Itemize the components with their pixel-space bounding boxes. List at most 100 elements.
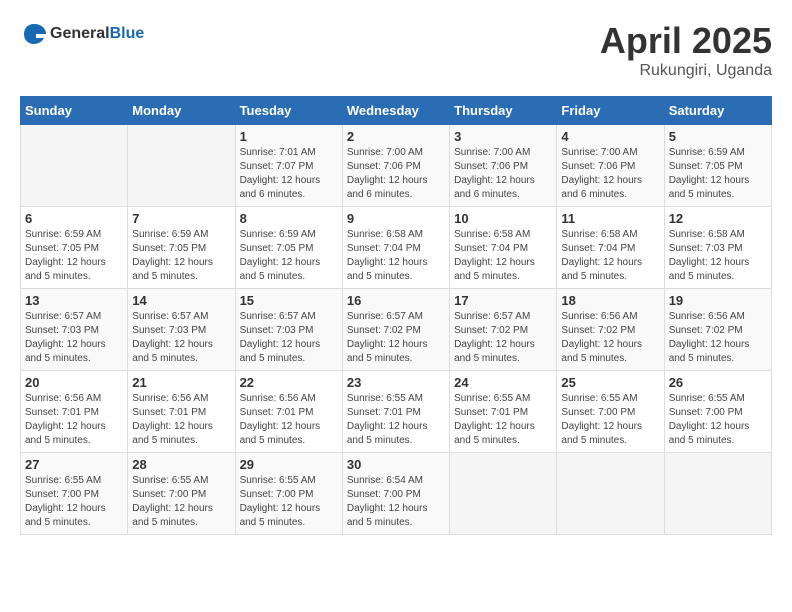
table-row: 23 Sunrise: 6:55 AMSunset: 7:01 PMDayligh… xyxy=(342,371,449,453)
page-header: GeneralBlue April 2025 Rukungiri, Uganda xyxy=(20,20,772,80)
table-row: 12 Sunrise: 6:58 AMSunset: 7:03 PMDayligh… xyxy=(664,207,771,289)
col-wednesday: Wednesday xyxy=(342,97,449,125)
day-info: Sunrise: 6:57 AMSunset: 7:03 PMDaylight:… xyxy=(25,310,123,366)
day-number: 24 xyxy=(454,375,552,390)
day-info: Sunrise: 6:54 AMSunset: 7:00 PMDaylight:… xyxy=(347,474,445,530)
calendar-week-row: 27 Sunrise: 6:55 AMSunset: 7:00 PMDayligh… xyxy=(21,453,772,535)
table-row: 29Sunrise: 6:55 AMSunset: 7:00 PMDayligh… xyxy=(235,453,342,535)
logo-blue-text: Blue xyxy=(110,25,145,42)
day-number: 20 xyxy=(25,375,123,390)
day-info: Sunrise: 6:57 AMSunset: 7:02 PMDaylight:… xyxy=(347,310,445,366)
day-info: Sunrise: 6:57 AMSunset: 7:03 PMDaylight:… xyxy=(132,310,230,366)
logo: GeneralBlue xyxy=(20,20,144,48)
logo-icon xyxy=(20,20,48,48)
day-number: 19 xyxy=(669,293,767,308)
table-row: 11 Sunrise: 6:58 AMSunset: 7:04 PMDayligh… xyxy=(557,207,664,289)
day-number: 12 xyxy=(669,211,767,226)
day-number: 8 xyxy=(240,211,338,226)
day-info: Sunrise: 6:55 AMSunset: 7:01 PMDaylight:… xyxy=(454,392,552,448)
table-row xyxy=(21,125,128,207)
day-info: Sunrise: 6:56 AMSunset: 7:02 PMDaylight:… xyxy=(561,310,659,366)
day-info: Sunrise: 6:56 AMSunset: 7:01 PMDaylight:… xyxy=(25,392,123,448)
day-number: 9 xyxy=(347,211,445,226)
day-number: 27 xyxy=(25,457,123,472)
table-row: 21 Sunrise: 6:56 AMSunset: 7:01 PMDayligh… xyxy=(128,371,235,453)
table-row: 4 Sunrise: 7:00 AMSunset: 7:06 PMDaylight… xyxy=(557,125,664,207)
day-info: Sunrise: 6:58 AMSunset: 7:03 PMDaylight:… xyxy=(669,228,767,284)
table-row xyxy=(128,125,235,207)
table-row xyxy=(557,453,664,535)
day-info: Sunrise: 6:55 AMSunset: 7:00 PMDaylight:… xyxy=(669,392,767,448)
day-info: Sunrise: 6:55 AMSunset: 7:00 PMDaylight:… xyxy=(132,474,230,530)
day-info: Sunrise: 6:57 AMSunset: 7:03 PMDaylight:… xyxy=(240,310,338,366)
table-row: 6 Sunrise: 6:59 AMSunset: 7:05 PMDaylight… xyxy=(21,207,128,289)
day-info: Sunrise: 6:59 AMSunset: 7:05 PMDaylight:… xyxy=(240,228,338,284)
table-row: 17 Sunrise: 6:57 AMSunset: 7:02 PMDayligh… xyxy=(450,289,557,371)
table-row: 3 Sunrise: 7:00 AMSunset: 7:06 PMDaylight… xyxy=(450,125,557,207)
day-number: 17 xyxy=(454,293,552,308)
day-info: Sunrise: 6:58 AMSunset: 7:04 PMDaylight:… xyxy=(454,228,552,284)
table-row: 16Sunrise: 6:57 AMSunset: 7:02 PMDayligh… xyxy=(342,289,449,371)
day-number: 3 xyxy=(454,129,552,144)
table-row xyxy=(450,453,557,535)
col-sunday: Sunday xyxy=(21,97,128,125)
table-row: 2 Sunrise: 7:00 AMSunset: 7:06 PMDaylight… xyxy=(342,125,449,207)
calendar-week-row: 6 Sunrise: 6:59 AMSunset: 7:05 PMDaylight… xyxy=(21,207,772,289)
day-info: Sunrise: 6:59 AMSunset: 7:05 PMDaylight:… xyxy=(132,228,230,284)
col-thursday: Thursday xyxy=(450,97,557,125)
day-info: Sunrise: 6:56 AMSunset: 7:01 PMDaylight:… xyxy=(132,392,230,448)
day-number: 22 xyxy=(240,375,338,390)
day-number: 6 xyxy=(25,211,123,226)
day-info: Sunrise: 7:00 AMSunset: 7:06 PMDaylight:… xyxy=(561,146,659,202)
calendar-week-row: 13 Sunrise: 6:57 AMSunset: 7:03 PMDayligh… xyxy=(21,289,772,371)
day-info: Sunrise: 6:55 AMSunset: 7:00 PMDaylight:… xyxy=(25,474,123,530)
table-row: 27 Sunrise: 6:55 AMSunset: 7:00 PMDayligh… xyxy=(21,453,128,535)
day-number: 14 xyxy=(132,293,230,308)
table-row: 26 Sunrise: 6:55 AMSunset: 7:00 PMDayligh… xyxy=(664,371,771,453)
day-number: 29 xyxy=(240,457,338,472)
table-row: 24 Sunrise: 6:55 AMSunset: 7:01 PMDayligh… xyxy=(450,371,557,453)
table-row: 19 Sunrise: 6:56 AMSunset: 7:02 PMDayligh… xyxy=(664,289,771,371)
day-info: Sunrise: 7:00 AMSunset: 7:06 PMDaylight:… xyxy=(347,146,445,202)
table-row: 18 Sunrise: 6:56 AMSunset: 7:02 PMDayligh… xyxy=(557,289,664,371)
day-info: Sunrise: 6:57 AMSunset: 7:02 PMDaylight:… xyxy=(454,310,552,366)
table-row: 15 Sunrise: 6:57 AMSunset: 7:03 PMDayligh… xyxy=(235,289,342,371)
day-info: Sunrise: 6:56 AMSunset: 7:02 PMDaylight:… xyxy=(669,310,767,366)
calendar-table: Sunday Monday Tuesday Wednesday Thursday… xyxy=(20,96,772,535)
day-info: Sunrise: 6:59 AMSunset: 7:05 PMDaylight:… xyxy=(25,228,123,284)
day-number: 23 xyxy=(347,375,445,390)
col-monday: Monday xyxy=(128,97,235,125)
table-row: 1Sunrise: 7:01 AMSunset: 7:07 PMDaylight… xyxy=(235,125,342,207)
table-row: 10 Sunrise: 6:58 AMSunset: 7:04 PMDayligh… xyxy=(450,207,557,289)
day-number: 21 xyxy=(132,375,230,390)
logo-general-text: General xyxy=(50,25,110,42)
day-number: 11 xyxy=(561,211,659,226)
day-number: 18 xyxy=(561,293,659,308)
table-row: 13 Sunrise: 6:57 AMSunset: 7:03 PMDayligh… xyxy=(21,289,128,371)
table-row: 8 Sunrise: 6:59 AMSunset: 7:05 PMDaylight… xyxy=(235,207,342,289)
day-info: Sunrise: 6:58 AMSunset: 7:04 PMDaylight:… xyxy=(561,228,659,284)
table-row: 14 Sunrise: 6:57 AMSunset: 7:03 PMDayligh… xyxy=(128,289,235,371)
table-row: 5Sunrise: 6:59 AMSunset: 7:05 PMDaylight… xyxy=(664,125,771,207)
day-number: 4 xyxy=(561,129,659,144)
day-number: 10 xyxy=(454,211,552,226)
table-row: 30Sunrise: 6:54 AMSunset: 7:00 PMDayligh… xyxy=(342,453,449,535)
month-title: April 2025 xyxy=(600,20,772,62)
table-row xyxy=(664,453,771,535)
col-saturday: Saturday xyxy=(664,97,771,125)
table-row: 9 Sunrise: 6:58 AMSunset: 7:04 PMDaylight… xyxy=(342,207,449,289)
day-number: 25 xyxy=(561,375,659,390)
day-number: 15 xyxy=(240,293,338,308)
day-info: Sunrise: 6:55 AMSunset: 7:01 PMDaylight:… xyxy=(347,392,445,448)
day-number: 13 xyxy=(25,293,123,308)
day-number: 5 xyxy=(669,129,767,144)
table-row: 28Sunrise: 6:55 AMSunset: 7:00 PMDayligh… xyxy=(128,453,235,535)
calendar-header-row: Sunday Monday Tuesday Wednesday Thursday… xyxy=(21,97,772,125)
table-row: 20 Sunrise: 6:56 AMSunset: 7:01 PMDayligh… xyxy=(21,371,128,453)
day-number: 26 xyxy=(669,375,767,390)
day-info: Sunrise: 6:58 AMSunset: 7:04 PMDaylight:… xyxy=(347,228,445,284)
day-number: 2 xyxy=(347,129,445,144)
table-row: 7Sunrise: 6:59 AMSunset: 7:05 PMDaylight… xyxy=(128,207,235,289)
table-row: 22Sunrise: 6:56 AMSunset: 7:01 PMDayligh… xyxy=(235,371,342,453)
day-info: Sunrise: 7:00 AMSunset: 7:06 PMDaylight:… xyxy=(454,146,552,202)
